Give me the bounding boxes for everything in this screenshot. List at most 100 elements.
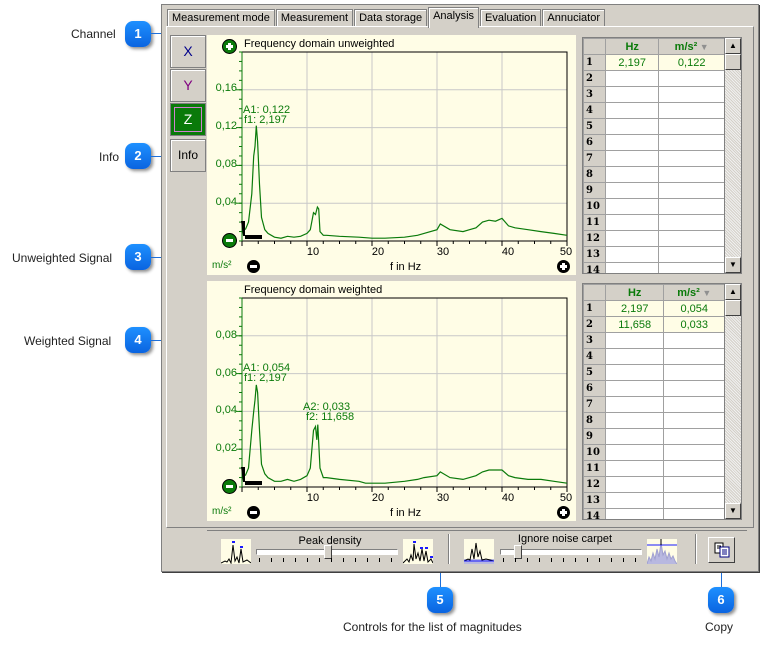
channel-x-button[interactable]: X <box>170 35 206 68</box>
table-row[interactable]: 5 <box>583 364 725 381</box>
callout-label-channel: Channel <box>71 27 116 41</box>
callout-label-info: Info <box>99 150 120 164</box>
tab-measurement[interactable]: Measurement <box>275 9 354 27</box>
table-cell: 11,658 <box>604 316 665 333</box>
table-row[interactable]: 2 11,658 0,033 <box>583 316 725 333</box>
table-row[interactable]: 14 <box>583 262 725 273</box>
table-row[interactable]: 13 <box>583 492 725 509</box>
y-tick-label: 0,16 <box>215 82 237 94</box>
table-row[interactable]: 12 <box>583 476 725 493</box>
origin-cursor-icon <box>241 221 262 239</box>
corner-cell <box>583 38 606 55</box>
zoom-out-x-icon[interactable] <box>247 506 260 519</box>
row-number: 9 <box>583 428 606 445</box>
column-header[interactable]: m/s² ▼ <box>663 284 725 301</box>
sort-desc-icon[interactable]: ▼ <box>697 42 709 52</box>
table-cell <box>658 246 725 263</box>
scroll-thumb[interactable] <box>725 300 741 316</box>
table-cell <box>658 198 725 215</box>
tab-annuciator[interactable]: Annuciator <box>542 9 606 27</box>
table-cell <box>663 444 725 461</box>
table-row[interactable]: 8 <box>583 412 725 429</box>
zoom-out-y-icon[interactable] <box>222 479 237 494</box>
y-tick-label: 0,08 <box>215 158 237 170</box>
zoom-out-x-icon[interactable] <box>247 260 260 273</box>
table-row[interactable]: 1 2,197 0,054 <box>583 300 725 317</box>
channel-y-button[interactable]: Y <box>170 69 206 102</box>
peak-table-unweighted: Hz m/s² ▼ 1 2,197 0,122 2 3 4 5 6 7 8 9 10 11 12 13 14 <box>582 37 726 274</box>
table-row[interactable]: 8 <box>583 166 725 183</box>
copy-icon <box>714 542 729 558</box>
table-row[interactable]: 11 <box>583 214 725 231</box>
table-row[interactable]: 13 <box>583 246 725 263</box>
table-row[interactable]: 11 <box>583 460 725 477</box>
x-tick-label: 30 <box>436 246 450 258</box>
channel-z-button[interactable]: Z <box>170 103 206 136</box>
table-cell <box>663 396 725 413</box>
table-cell: 0,122 <box>658 54 725 71</box>
table-row[interactable]: 10 <box>583 198 725 215</box>
table-cell <box>604 70 660 87</box>
table-row[interactable]: 9 <box>583 428 725 445</box>
row-number: 12 <box>583 230 606 247</box>
series-line-weighted <box>244 384 568 484</box>
scroll-down-icon[interactable]: ▼ <box>725 503 741 519</box>
table-row[interactable]: 12 <box>583 230 725 247</box>
copy-button[interactable] <box>708 537 735 563</box>
table-cell <box>604 182 660 199</box>
table-cell <box>604 460 665 477</box>
table-cell <box>658 262 725 273</box>
callout-badge-6: 6 <box>708 587 734 613</box>
column-header[interactable]: Hz <box>604 284 665 301</box>
table-cell <box>658 102 725 119</box>
table-cell <box>604 412 665 429</box>
row-number: 7 <box>583 396 606 413</box>
table-cell <box>604 492 665 509</box>
table-row[interactable]: 9 <box>583 182 725 199</box>
tab-data-storage[interactable]: Data storage <box>354 9 428 27</box>
x-tick-label: 20 <box>371 492 385 504</box>
table-row[interactable]: 4 <box>583 102 725 119</box>
plot-area[interactable] <box>207 35 576 275</box>
noise-carpet-knob[interactable] <box>513 545 522 559</box>
scroll-thumb[interactable] <box>725 54 741 70</box>
table-row[interactable]: 5 <box>583 118 725 135</box>
scroll-up-icon[interactable]: ▲ <box>725 38 741 54</box>
sort-desc-icon[interactable]: ▼ <box>700 288 711 298</box>
table-row[interactable]: 14 <box>583 508 725 519</box>
low-peak-density-icon <box>220 539 252 565</box>
scroll-up-icon[interactable]: ▲ <box>725 284 741 300</box>
table-row[interactable]: 7 <box>583 396 725 413</box>
row-number: 1 <box>583 54 606 71</box>
zoom-out-y-icon[interactable] <box>222 233 237 248</box>
table-row[interactable]: 6 <box>583 134 725 151</box>
tab-measurement-mode[interactable]: Measurement mode <box>167 9 275 27</box>
zoom-in-x-icon[interactable] <box>557 260 570 273</box>
tab-analysis[interactable]: Analysis <box>428 7 480 28</box>
y-tick-label: 0,04 <box>215 196 237 208</box>
x-tick-label: 10 <box>306 492 320 504</box>
zoom-in-x-icon[interactable] <box>557 506 570 519</box>
table-row[interactable]: 1 2,197 0,122 <box>583 54 725 71</box>
table-row[interactable]: 6 <box>583 380 725 397</box>
row-number: 1 <box>583 300 606 317</box>
table-row[interactable]: 10 <box>583 444 725 461</box>
callout-label-weighted: Weighted Signal <box>24 334 112 348</box>
tab-evaluation[interactable]: Evaluation <box>480 9 542 27</box>
info-button[interactable]: Info <box>170 139 206 172</box>
y-tick-label: 0,08 <box>215 329 237 341</box>
table-cell <box>658 134 725 151</box>
table-row[interactable]: 7 <box>583 150 725 167</box>
plot-area[interactable] <box>207 281 576 521</box>
table-row[interactable]: 3 <box>583 332 725 349</box>
table-row[interactable]: 3 <box>583 86 725 103</box>
column-header[interactable]: Hz <box>604 38 660 55</box>
scrollbar-weighted[interactable]: ▲ ▼ <box>724 283 742 520</box>
peak-density-knob[interactable] <box>324 545 332 559</box>
table-row[interactable]: 4 <box>583 348 725 365</box>
scroll-down-icon[interactable]: ▼ <box>725 257 741 273</box>
table-cell <box>604 230 660 247</box>
column-header[interactable]: m/s² ▼ <box>658 38 725 55</box>
scrollbar-unweighted[interactable]: ▲ ▼ <box>724 37 742 274</box>
table-row[interactable]: 2 <box>583 70 725 87</box>
